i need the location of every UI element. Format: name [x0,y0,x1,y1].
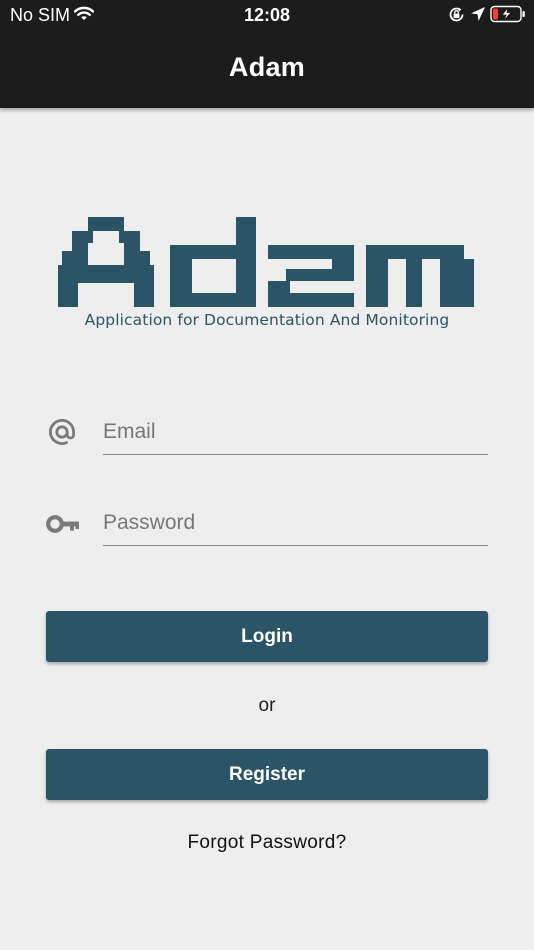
or-separator: or [258,695,276,716]
adam-logo [58,217,474,307]
battery-icon [490,5,525,23]
email-input[interactable] [103,410,488,455]
login-button[interactable]: Login [46,611,488,662]
status-bar: No SIM 12:08 [0,0,534,30]
page-title: Adam [228,52,306,82]
app-header: No SIM 12:08 Adam [0,0,534,108]
password-input[interactable] [103,501,488,546]
register-button[interactable]: Register [46,749,488,800]
at-sign-icon [49,419,76,445]
logo-subtitle: Application for Documentation And Monito… [84,311,450,329]
location-arrow-icon [471,7,485,21]
key-icon [46,515,79,533]
forgot-password-link[interactable]: Forgot Password? [0,832,534,854]
orientation-lock-icon [449,7,464,22]
